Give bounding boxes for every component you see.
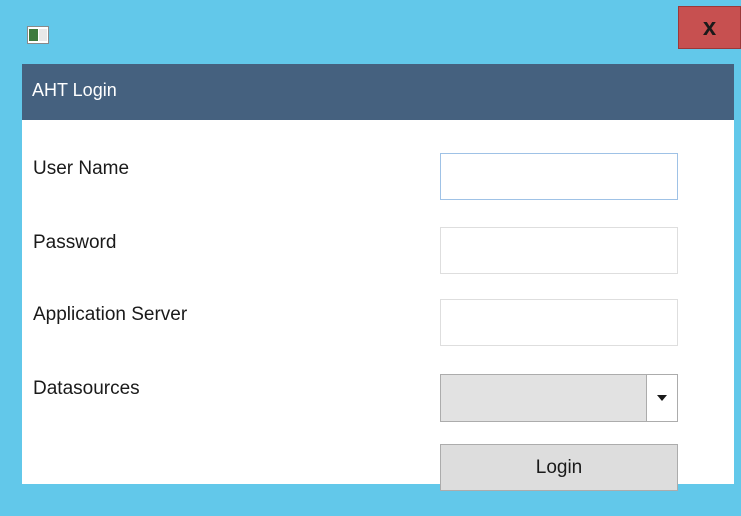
close-button[interactable]: x (678, 6, 741, 49)
dialog-title: AHT Login (32, 80, 117, 100)
window-frame: x AHT Login User Name Password Applicati… (0, 0, 741, 516)
username-input[interactable] (440, 153, 678, 200)
header-bar: AHT Login (22, 64, 734, 120)
login-dialog: AHT Login User Name Password Application… (22, 64, 734, 491)
username-label: User Name (33, 158, 130, 179)
title-bar[interactable]: x (0, 0, 741, 64)
password-label: Password (33, 232, 117, 253)
datasources-label: Datasources (33, 378, 140, 399)
close-icon: x (702, 13, 717, 41)
app-server-input[interactable] (440, 299, 678, 346)
login-button[interactable]: Login (440, 444, 678, 491)
datasources-select[interactable] (440, 374, 678, 422)
app-server-label: Application Server (33, 304, 188, 325)
dropdown-arrow-icon[interactable] (646, 375, 677, 421)
app-window-icon (27, 26, 49, 44)
password-input[interactable] (440, 227, 678, 274)
